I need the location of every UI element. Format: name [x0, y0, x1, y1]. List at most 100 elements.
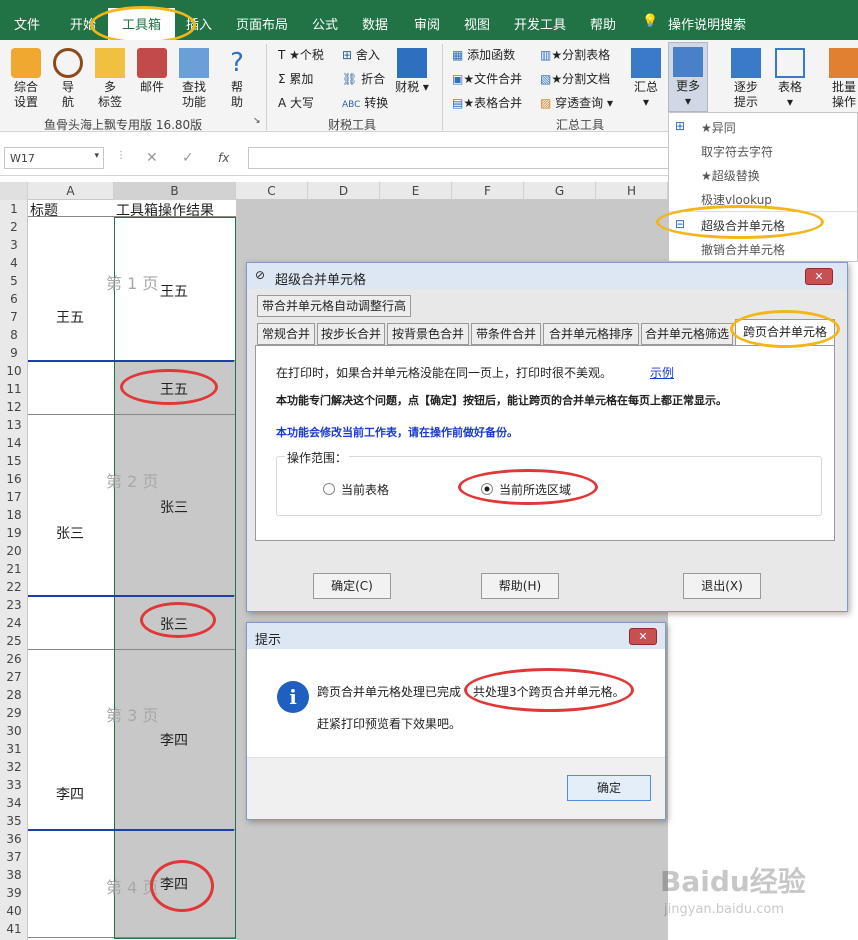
column-header[interactable]: G — [524, 182, 596, 200]
row-header[interactable]: 3 — [0, 236, 28, 254]
split-doc-button[interactable]: ▧★分割文档 — [540, 70, 610, 87]
tax-button[interactable]: T ★个税 — [278, 46, 324, 63]
row-header[interactable]: 37 — [0, 848, 28, 866]
row-header[interactable]: 13 — [0, 416, 28, 434]
row-header[interactable]: 6 — [0, 290, 28, 308]
tab-merge-filter[interactable]: 合并单元格筛选 — [641, 323, 733, 345]
row-header[interactable]: 38 — [0, 866, 28, 884]
tax-big-button[interactable]: 财税 ▾ — [392, 48, 432, 95]
cancel-icon[interactable]: ✕ — [146, 150, 158, 166]
drill-query-button[interactable]: ▨ 穿透查询 ▾ — [540, 94, 613, 111]
close-icon[interactable]: ✕ — [805, 268, 833, 285]
row-header[interactable]: 30 — [0, 722, 28, 740]
row-header[interactable]: 18 — [0, 506, 28, 524]
row-header[interactable]: 25 — [0, 632, 28, 650]
row-header[interactable]: 35 — [0, 812, 28, 830]
row-header[interactable]: 19 — [0, 524, 28, 542]
sum-accumulate-button[interactable]: Σ 累加 — [278, 70, 313, 87]
tab-conditional-merge[interactable]: 带条件合并 — [471, 323, 541, 345]
row-header[interactable]: 2 — [0, 218, 28, 236]
table-button[interactable]: 表格 ▾ — [770, 48, 810, 110]
enter-icon[interactable]: ✓ — [182, 150, 194, 166]
column-header[interactable]: D — [308, 182, 380, 200]
row-header[interactable]: 31 — [0, 740, 28, 758]
ok-button[interactable]: 确定 — [567, 775, 651, 801]
tab-merge-sort[interactable]: 合并单元格排序 — [543, 323, 639, 345]
row-header[interactable]: 24 — [0, 614, 28, 632]
menu-item-compare[interactable]: ★异同 — [701, 119, 736, 136]
row-header[interactable]: 32 — [0, 758, 28, 776]
multi-tab-button[interactable]: 多 标签 — [90, 48, 130, 110]
tab-normal-merge[interactable]: 常规合并 — [257, 323, 315, 345]
tab-data[interactable]: 数据 — [362, 14, 388, 33]
row-header[interactable]: 9 — [0, 344, 28, 362]
tab-file[interactable]: 文件 — [14, 14, 40, 33]
column-header[interactable]: F — [452, 182, 524, 200]
row-header[interactable]: 33 — [0, 776, 28, 794]
row-header[interactable]: 41 — [0, 920, 28, 938]
merged-cell-a[interactable] — [28, 596, 114, 650]
close-icon[interactable]: ✕ — [629, 628, 657, 645]
convert-button[interactable]: ABC 转换 — [342, 94, 388, 111]
column-header[interactable]: H — [596, 182, 668, 200]
cell-a1[interactable]: 标题 — [28, 200, 114, 219]
row-header[interactable]: 22 — [0, 578, 28, 596]
row-header[interactable]: 39 — [0, 884, 28, 902]
column-header[interactable]: B — [114, 182, 236, 200]
example-link[interactable]: 示例 — [650, 364, 674, 381]
round-button[interactable]: ⊞ 舍入 — [342, 46, 380, 63]
row-header[interactable]: 1 — [0, 200, 28, 218]
help-button[interactable]: 帮助(H) — [481, 573, 559, 599]
tell-me-search[interactable]: 操作说明搜索 — [668, 14, 746, 33]
settings-button[interactable]: 综合 设置 — [6, 48, 46, 110]
tab-review[interactable]: 审阅 — [414, 14, 440, 33]
help-button[interactable]: ? 帮 助 — [220, 48, 254, 110]
row-header[interactable]: 11 — [0, 380, 28, 398]
row-header[interactable]: 16 — [0, 470, 28, 488]
cell-b1[interactable]: 工具箱操作结果 — [114, 200, 236, 219]
summary-button[interactable]: 汇总 ▾ — [628, 48, 664, 110]
more-button[interactable]: 更多 ▾ — [668, 42, 708, 112]
name-box[interactable]: W17 ▾ — [4, 147, 104, 169]
dialog-launcher-icon[interactable]: ↘ — [253, 116, 261, 126]
row-header[interactable]: 29 — [0, 704, 28, 722]
mail-button[interactable]: 邮件 — [132, 48, 172, 95]
navigation-button[interactable]: 导 航 — [50, 48, 86, 110]
column-header[interactable]: A — [28, 182, 114, 200]
row-header[interactable]: 14 — [0, 434, 28, 452]
row-header[interactable]: 26 — [0, 650, 28, 668]
merged-cell-a[interactable]: 张三 — [28, 415, 114, 596]
ok-button[interactable]: 确定(C) — [313, 573, 391, 599]
step-hint-button[interactable]: 逐步 提示 — [726, 48, 766, 110]
row-header[interactable]: 23 — [0, 596, 28, 614]
merged-cell-a[interactable] — [28, 361, 114, 415]
tab-view[interactable]: 视图 — [464, 14, 490, 33]
select-all-corner[interactable] — [0, 182, 28, 200]
exit-button[interactable]: 退出(X) — [683, 573, 761, 599]
tab-page-layout[interactable]: 页面布局 — [236, 14, 288, 33]
dropdown-arrow-icon[interactable]: ▾ — [94, 151, 99, 161]
merged-cell-a[interactable] — [28, 830, 114, 938]
batch-operation-button[interactable]: 批量 操作 — [826, 48, 858, 110]
row-header[interactable]: 20 — [0, 542, 28, 560]
menu-item-extract-chars[interactable]: 取字符去字符 — [701, 143, 773, 160]
column-header[interactable]: C — [236, 182, 308, 200]
insert-function-icon[interactable]: fx — [218, 151, 229, 165]
row-header[interactable]: 8 — [0, 326, 28, 344]
row-header[interactable]: 7 — [0, 308, 28, 326]
tab-bgcolor-merge[interactable]: 按背景色合并 — [387, 323, 469, 345]
tab-developer[interactable]: 开发工具 — [514, 14, 566, 33]
file-merge-button[interactable]: ▣★文件合并 — [452, 70, 522, 87]
tab-step-merge[interactable]: 按步长合并 — [317, 323, 385, 345]
row-header[interactable]: 17 — [0, 488, 28, 506]
merged-cell-a[interactable]: 李四 — [28, 650, 114, 830]
row-header[interactable]: 27 — [0, 668, 28, 686]
row-header[interactable]: 4 — [0, 254, 28, 272]
tab-formulas[interactable]: 公式 — [312, 14, 338, 33]
row-header[interactable]: 28 — [0, 686, 28, 704]
find-button[interactable]: 查找 功能 — [174, 48, 214, 110]
merged-cell-a[interactable]: 王五 — [28, 217, 114, 361]
row-header[interactable]: 34 — [0, 794, 28, 812]
column-header[interactable]: E — [380, 182, 452, 200]
table-merge-button[interactable]: ▤★表格合并 — [452, 94, 522, 111]
